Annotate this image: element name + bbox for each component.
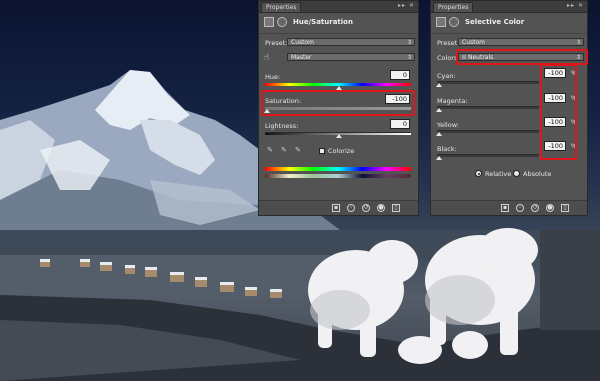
selective-color-properties-panel: Properties ▸▸ ✕ Selective Color Preset: … [430, 0, 588, 216]
trash-icon[interactable]: ▯ [392, 204, 400, 212]
properties-tab[interactable]: Properties [433, 2, 474, 12]
cyan-slider-track[interactable] [437, 81, 539, 84]
reset-icon[interactable]: ↺ [362, 204, 370, 212]
trash-icon[interactable]: ▯ [561, 204, 569, 212]
absolute-radio[interactable] [513, 170, 520, 177]
lightness-slider-thumb[interactable] [336, 134, 342, 138]
relative-label: Relative [485, 170, 512, 178]
clip-to-layer-icon[interactable]: ▪ [501, 204, 509, 212]
preset-dropdown[interactable]: Custom ⇕ [287, 38, 415, 46]
view-previous-icon[interactable]: ◦ [516, 204, 524, 212]
input-color-bar [265, 167, 411, 171]
visibility-eye-icon[interactable]: ● [546, 204, 554, 212]
black-slider-thumb[interactable] [436, 156, 442, 160]
adjustment-layer-icon [436, 17, 446, 27]
black-slider-track[interactable] [437, 154, 539, 157]
preset-label: Preset: [437, 39, 460, 47]
saturation-highlight [261, 90, 415, 116]
cyan-slider-thumb[interactable] [436, 83, 442, 87]
panel-footer: ▪ ◦ ↺ ● ▯ [431, 200, 587, 215]
reset-icon[interactable]: ↺ [531, 204, 539, 212]
visibility-eye-icon[interactable]: ● [377, 204, 385, 212]
hue-input[interactable]: 0 [390, 70, 410, 80]
yellow-slider-track[interactable] [437, 130, 539, 133]
adjustment-layer-icon [264, 17, 274, 27]
panel-header: Selective Color [431, 13, 587, 34]
hue-saturation-properties-panel: Properties ▸▸ ✕ Hue/Saturation Preset: C… [258, 0, 419, 216]
relative-radio[interactable] [475, 170, 482, 177]
panel-tab-bar: Properties ▸▸ ✕ [431, 1, 587, 13]
hue-label: Hue: [265, 73, 281, 81]
chevron-down-icon: ⇕ [406, 39, 412, 46]
colorize-label: Colorize [328, 147, 355, 155]
layer-mask-icon[interactable] [277, 17, 287, 27]
chevron-down-icon: ⇕ [406, 54, 412, 61]
channel-dropdown[interactable]: Master ⇕ [287, 53, 415, 61]
layer-mask-icon[interactable] [449, 17, 459, 27]
magenta-label: Magenta: [437, 97, 468, 105]
yellow-slider-thumb[interactable] [436, 132, 442, 136]
lightness-label: Lightness: [265, 122, 299, 130]
lightness-input[interactable]: 0 [390, 119, 410, 129]
targeted-adjustment-hand-icon[interactable]: ☝ [264, 53, 269, 63]
panel-tab-bar: Properties ▸▸ ✕ [259, 1, 418, 13]
channel-value: Master [291, 54, 312, 61]
absolute-label: Absolute [523, 170, 552, 178]
black-label: Black: [437, 145, 457, 153]
view-previous-icon[interactable]: ◦ [347, 204, 355, 212]
eyedropper-plus-icon[interactable]: ✎ [281, 147, 288, 154]
panel-collapse-icon[interactable]: ▸▸ ✕ [398, 2, 415, 9]
panel-footer: ▪ ◦ ↺ ● ▯ [259, 200, 418, 215]
eyedropper-minus-icon[interactable]: ✎ [295, 147, 302, 154]
output-color-bar [265, 174, 411, 178]
yellow-label: Yellow: [437, 121, 459, 129]
panel-header: Hue/Saturation [259, 13, 418, 34]
preset-value: Custom [291, 39, 314, 46]
properties-tab[interactable]: Properties [261, 2, 302, 12]
colors-highlight [456, 49, 588, 65]
colorize-checkbox[interactable] [319, 148, 325, 154]
preset-dropdown[interactable]: Custom ⇕ [458, 38, 584, 46]
magenta-slider-track[interactable] [437, 106, 539, 109]
magenta-slider-thumb[interactable] [436, 108, 442, 112]
panel-title: Selective Color [465, 18, 525, 26]
values-highlight [540, 64, 577, 160]
panel-collapse-icon[interactable]: ▸▸ ✕ [567, 2, 584, 9]
cyan-label: Cyan: [437, 72, 456, 80]
panel-title: Hue/Saturation [293, 18, 353, 26]
clip-to-layer-icon[interactable]: ▪ [332, 204, 340, 212]
eyedropper-icon[interactable]: ✎ [267, 147, 274, 154]
chevron-down-icon: ⇕ [575, 39, 581, 46]
preset-value: Custom [462, 39, 485, 46]
preset-label: Preset: [265, 39, 288, 47]
